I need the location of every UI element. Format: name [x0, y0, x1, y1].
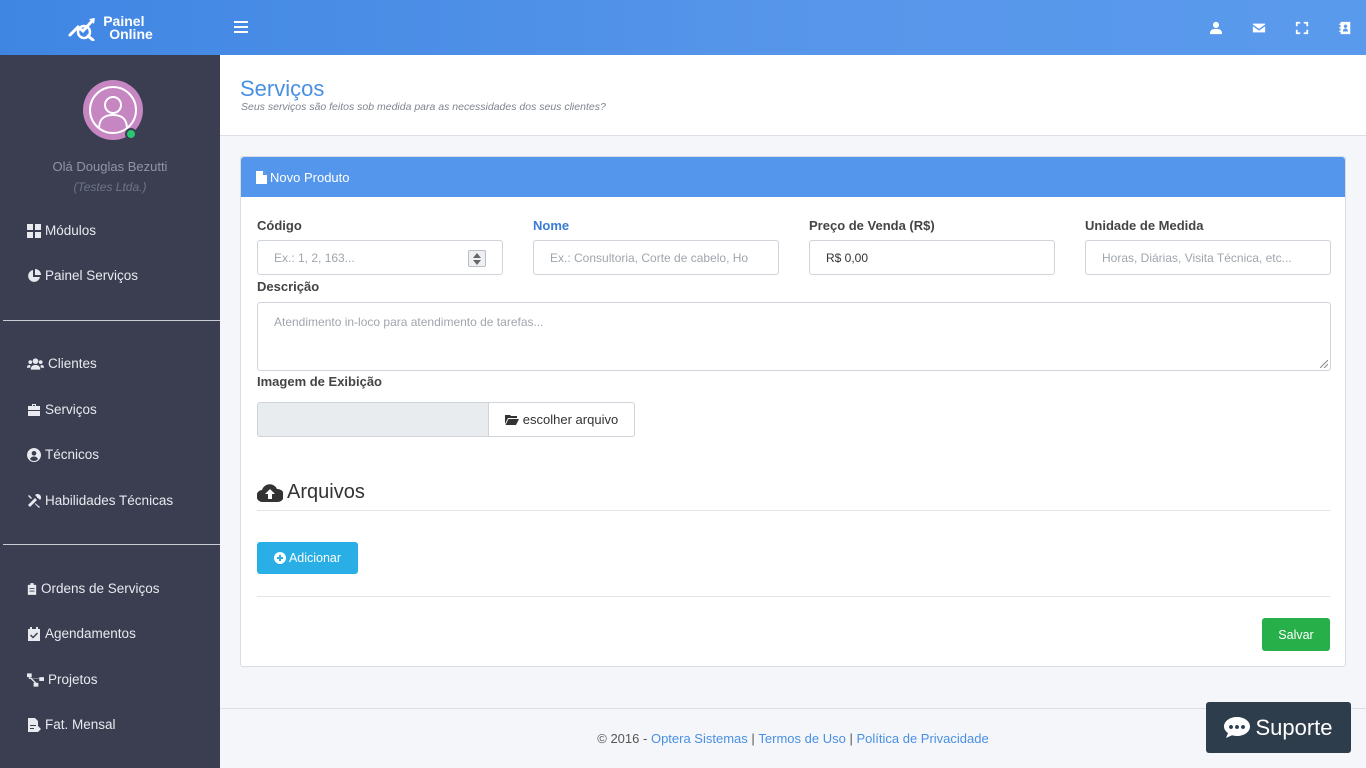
sidebar-item-modulos[interactable]: Módulos: [27, 223, 96, 238]
sidebar-item-label: Agendamentos: [45, 626, 136, 641]
sidebar-item-label: Clientes: [48, 356, 97, 371]
sidebar-item-fat-mensal[interactable]: Fat. Mensal: [27, 717, 116, 732]
choose-file-button[interactable]: escolher arquivo: [488, 402, 635, 437]
page-title: Serviços: [240, 76, 325, 101]
file-name-field[interactable]: [257, 402, 488, 437]
sidebar-item-servicos[interactable]: Serviços: [27, 402, 97, 417]
file-upload: escolher arquivo: [257, 402, 635, 437]
brand-logo[interactable]: Painel Online: [0, 0, 220, 55]
nome-label: Nome: [533, 218, 570, 233]
sidebar-item-agendamentos[interactable]: Agendamentos: [27, 626, 136, 641]
brand-line2: Online: [109, 25, 153, 42]
form-footer-divider: [257, 596, 1330, 597]
sidebar-divider: [3, 320, 220, 321]
sidebar: Olá Douglas Bezutti (Testes Ltda.) Módul…: [0, 55, 220, 768]
sidebar-divider: [3, 544, 220, 545]
sidebar-item-projetos[interactable]: Projetos: [27, 672, 98, 687]
clipboard-icon: [27, 582, 37, 595]
sidebar-item-label: Ordens de Serviços: [41, 581, 160, 596]
arquivos-title: Arquivos: [257, 481, 365, 504]
tools-icon: [28, 493, 41, 508]
unidade-input[interactable]: Horas, Diárias, Visita Técnica, etc...: [1085, 240, 1331, 275]
sidebar-item-clientes[interactable]: Clientes: [27, 356, 97, 371]
add-file-button[interactable]: Adicionar: [257, 542, 358, 574]
footer-terms-link[interactable]: Termos de Uso: [758, 731, 845, 746]
main-content: Serviços Seus serviços são feitos sob me…: [220, 55, 1366, 768]
codigo-label: Código: [257, 218, 302, 233]
fullscreen-icon[interactable]: [1280, 0, 1323, 55]
briefcase-icon: [28, 403, 40, 416]
top-bar: Painel Online: [0, 0, 1366, 55]
sidebar-item-label: Projetos: [48, 672, 98, 687]
logo-chart-icon: [68, 17, 96, 41]
sidebar-item-label: Fat. Mensal: [45, 717, 116, 732]
nome-input[interactable]: Ex.: Consultoria, Corte de cabelo, Ho: [533, 240, 779, 275]
page-subtitle: Seus serviços são feitos sob medida para…: [241, 101, 606, 113]
file-icon: [256, 170, 267, 184]
sitemap-icon: [27, 672, 44, 687]
footer-company-link[interactable]: Optera Sistemas: [651, 731, 748, 746]
avatar[interactable]: [83, 80, 143, 140]
unidade-label: Unidade de Medida: [1085, 218, 1204, 233]
users-icon: [27, 357, 44, 370]
resize-handle-icon[interactable]: [1320, 360, 1328, 368]
sidebar-item-label: Técnicos: [45, 447, 100, 462]
preco-label: Preço de Venda (R$): [809, 218, 935, 233]
sidebar-item-habilidades-tecnicas[interactable]: Habilidades Técnicas: [27, 493, 173, 508]
card-header: Novo Produto: [241, 157, 1345, 197]
cloud-upload-icon: [257, 483, 283, 502]
user-company: (Testes Ltda.): [73, 180, 147, 194]
number-spinner[interactable]: [468, 250, 486, 267]
user-avatar-icon: [98, 96, 128, 129]
online-status-dot: [125, 128, 137, 140]
sidebar-item-ordens-de-servicos[interactable]: Ordens de Serviços: [27, 581, 160, 596]
contact-book-icon[interactable]: [1323, 0, 1366, 55]
plus-circle-icon: [273, 552, 286, 564]
envelope-icon[interactable]: [1237, 0, 1280, 55]
descricao-label: Descrição: [257, 279, 320, 294]
grid-icon: [27, 223, 41, 238]
imagem-label: Imagem de Exibição: [257, 374, 382, 389]
chat-bubble-icon: [1224, 716, 1251, 738]
support-button[interactable]: Suporte: [1206, 702, 1351, 753]
preco-input[interactable]: R$ 0,00: [809, 240, 1055, 275]
file-invoice-icon: [28, 717, 41, 732]
descricao-textarea[interactable]: Atendimento in-loco para atendimento de …: [257, 302, 1331, 371]
sidebar-item-painel-servicos[interactable]: Painel Serviços: [27, 268, 138, 283]
chevron-down-icon: [473, 259, 481, 265]
calendar-check-icon: [28, 626, 40, 641]
new-product-card: Novo Produto Código Ex.: 1, 2, 163... No…: [240, 156, 1346, 667]
codigo-input[interactable]: Ex.: 1, 2, 163...: [257, 240, 503, 275]
user-circle-icon: [27, 447, 41, 462]
sidebar-item-label: Painel Serviços: [45, 268, 139, 283]
section-divider: [257, 510, 1330, 511]
folder-open-icon: [504, 414, 519, 425]
page-header: Serviços Seus serviços são feitos sob me…: [220, 55, 1366, 136]
sidebar-item-label: Habilidades Técnicas: [45, 493, 174, 508]
sidebar-item-tecnicos[interactable]: Técnicos: [27, 447, 99, 462]
pie-chart-icon: [28, 268, 41, 282]
sidebar-item-label: Módulos: [45, 223, 97, 238]
user-greeting: Olá Douglas Bezutti: [52, 159, 168, 174]
footer: © 2016 - Optera Sistemas | Termos de Uso…: [220, 708, 1366, 768]
menu-toggle-icon[interactable]: [234, 19, 248, 35]
user-icon[interactable]: [1194, 0, 1237, 55]
chevron-up-icon: [473, 252, 481, 258]
card-title: Novo Produto: [270, 169, 350, 185]
sidebar-item-label: Serviços: [45, 402, 97, 417]
footer-privacy-link[interactable]: Política de Privacidade: [856, 731, 988, 746]
footer-copyright: © 2016 -: [597, 731, 648, 746]
save-button[interactable]: Salvar: [1262, 618, 1330, 651]
